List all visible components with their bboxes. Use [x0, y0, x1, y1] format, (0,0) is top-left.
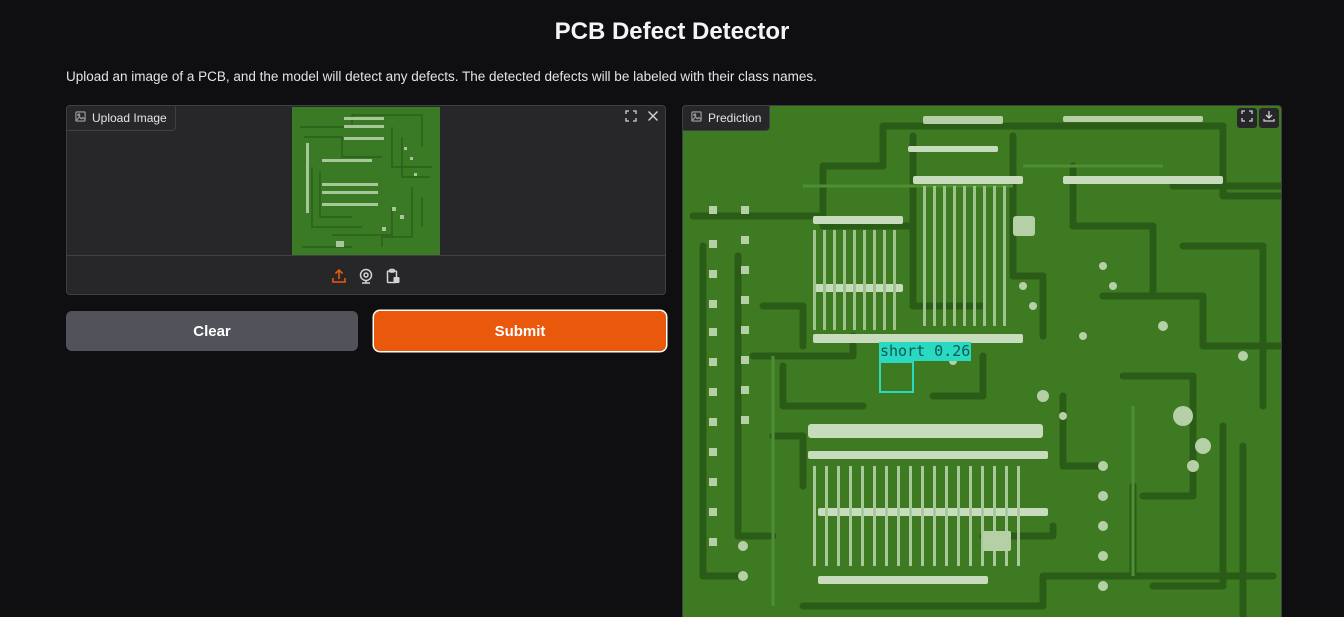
upload-image-panel[interactable]: Upload Image — [66, 105, 666, 295]
prediction-label-chip: Prediction — [683, 106, 771, 131]
image-icon — [75, 111, 86, 125]
clipboard-icon[interactable] — [385, 267, 402, 284]
upload-corner-buttons — [621, 108, 663, 128]
download-button[interactable] — [1259, 108, 1279, 128]
detection-label-short: short 0.26 — [879, 342, 972, 361]
detection-bounding-box — [879, 361, 914, 393]
fullscreen-button[interactable] — [1237, 108, 1257, 128]
prediction-panel: Prediction short 0.26 — [682, 105, 1282, 617]
fullscreen-button[interactable] — [621, 108, 641, 128]
download-icon — [1263, 109, 1275, 127]
prediction-pcb-image — [683, 106, 1281, 617]
prediction-label: Prediction — [708, 111, 762, 125]
upload-icon[interactable] — [331, 267, 348, 284]
prediction-corner-buttons — [1237, 108, 1279, 128]
image-icon — [691, 111, 702, 125]
webcam-icon[interactable] — [358, 267, 375, 284]
clear-button[interactable]: Clear — [66, 311, 358, 351]
submit-button[interactable]: Submit — [374, 311, 666, 351]
page-title: PCB Defect Detector — [554, 18, 790, 45]
fullscreen-icon — [1241, 109, 1253, 127]
uploaded-pcb-thumbnail — [292, 107, 440, 255]
upload-image-label-chip: Upload Image — [67, 106, 176, 131]
upload-image-label: Upload Image — [92, 111, 167, 125]
page-description: Upload an image of a PCB, and the model … — [66, 69, 817, 84]
close-icon — [647, 109, 659, 127]
remove-image-button[interactable] — [643, 108, 663, 128]
fullscreen-icon — [625, 109, 637, 127]
upload-source-toolbar — [67, 255, 665, 294]
